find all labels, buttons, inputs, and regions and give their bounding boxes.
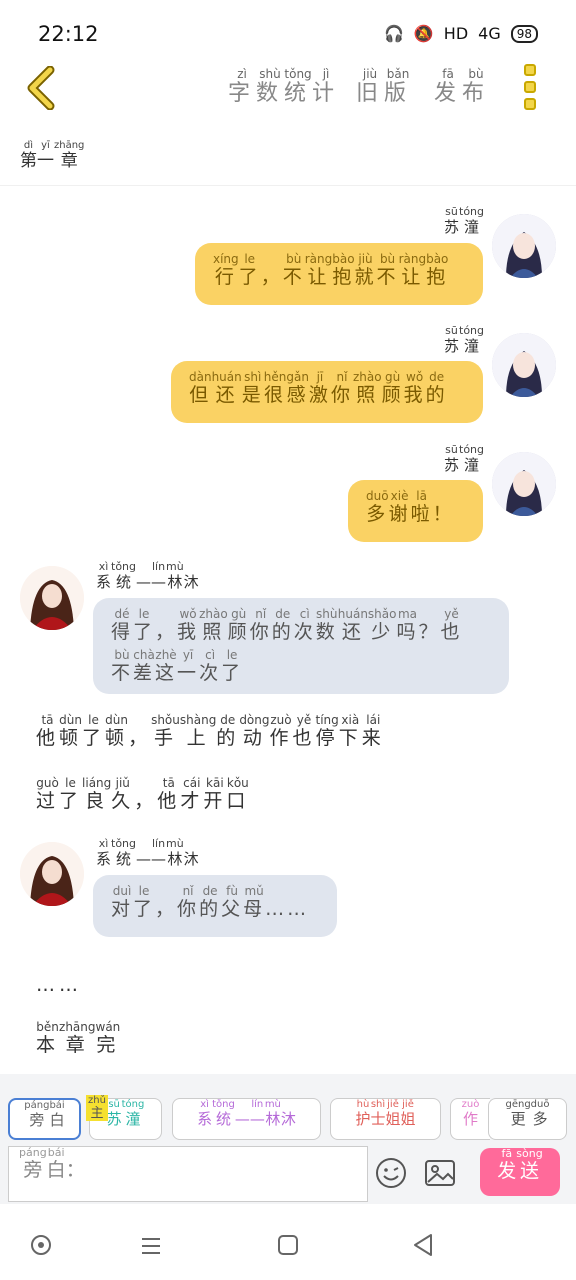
nav-word-count[interactable]: 字zì数shù统tǒng计jì [228,67,340,107]
smile-icon [376,1158,406,1188]
role-narrator[interactable]: 旁páng白bái [8,1098,81,1140]
input-bar: 旁páng白bái： 发fā送sòng [0,1144,576,1204]
divider [0,185,576,186]
status-time: 22:12 [38,22,99,46]
role-nurse[interactable]: 护hù士shì姐jiě姐jiě [330,1098,441,1140]
role-system-lin-mu[interactable]: 系xì统tǒng— —lín林mù沐 [172,1098,321,1140]
nav-publish[interactable]: 发fā布bù [434,67,490,107]
role-su-tong[interactable]: 苏sū潼tóng 主zhǔ [86,1095,162,1140]
send-button[interactable]: 发fā送sòng [480,1147,560,1196]
back-button[interactable] [22,65,62,111]
bubble-line: 对duì了le， 你nǐ的de父fù母mǔ… … [111,884,310,920]
avatar-boy-image [492,214,556,278]
role-author-partial[interactable]: 作zuò [450,1098,490,1140]
home-icon[interactable] [277,1234,299,1256]
role-selector-bar: 旁páng白bái 苏sū潼tóng 主zhǔ 系xì统tǒng— —lín林mù… [0,1074,576,1144]
avatar-girl-image [20,842,84,906]
image-button[interactable] [424,1158,456,1188]
chat-bubble[interactable]: 行xíng了le， 不bù让ràng抱bào就jiù不bù让ràng抱bào [195,243,483,305]
network-label: HD [443,24,469,43]
assistant-icon[interactable] [30,1234,52,1256]
emoji-button[interactable] [374,1156,408,1190]
main-role-badge: 主zhǔ [86,1095,108,1121]
bubble-line: 不bù差chà这zhè一yī次cì了le [111,648,244,684]
narration-text[interactable]: 他tā顿dùn了le顿dùn， 手shǒu上shàng的de动dòng作zuò也… [36,713,385,750]
speaker-name: 系xì统tǒng— —lín林mù沐 [96,837,199,868]
avatar-boy-image [492,333,556,397]
chapter-title: 第dì一yī章zhāng [20,140,85,171]
back-nav-icon[interactable] [412,1233,434,1257]
app-header: 字zì数shù统tǒng计jì 旧jiù版bǎn 发fā布bù [0,60,576,120]
chevron-left-icon [27,65,55,111]
bubble-line: 得dé了le， 我wǒ照zhào顾gù你nǐ的de次cì数shù还huán少sh… [111,607,463,643]
bubble-line: 行xíng了le， 不bù让ràng抱bào就jiù不bù让ràng抱bào [213,252,449,288]
nav-old-version[interactable]: 旧jiù版bǎn [356,67,412,107]
chat-bubble[interactable]: 得dé了le， 我wǒ照zhào顾gù你nǐ的de次cì数shù还huán少sh… [93,598,509,694]
bubble-line: 但dàn还huán是shì很hěn感gǎn激jī你nǐ照zhào顾gù我wǒ的d… [189,370,448,406]
avatar[interactable] [492,333,556,397]
narration-text[interactable]: 过guò了le良liáng久jiǔ， 他tā才cái开kāi口kǒu [36,776,249,813]
bubble-line: 多duō谢xiè啦lā！ [366,489,455,525]
message-input[interactable]: 旁páng白bái： [8,1146,368,1202]
avatar[interactable] [20,842,84,906]
battery-badge: 98 [510,24,538,43]
image-icon [425,1160,455,1186]
avatar-boy-image [492,452,556,516]
mute-icon: 🔕 [413,24,434,43]
signal-label: 4G [478,24,501,43]
system-nav-bar [0,1208,576,1280]
chat-bubble[interactable]: 对duì了le， 你nǐ的de父fù母mǔ… … [93,875,337,937]
narration-text[interactable]: … … [36,963,82,996]
headphones-icon: 🎧 [383,24,404,43]
chat-bubble[interactable]: 但dàn还huán是shì很hěn感gǎn激jī你nǐ照zhào顾gù我wǒ的d… [171,361,483,423]
avatar[interactable] [492,214,556,278]
speaker-name: 苏sū潼tóng [444,205,485,236]
more-roles-button[interactable]: 更gēng多duō [488,1098,567,1140]
speaker-name: 苏sū潼tóng [444,324,485,355]
menu-icon[interactable] [140,1236,162,1256]
avatar[interactable] [492,452,556,516]
status-bar: 22:12 🎧 🔕 HD 4G 98 [0,0,576,64]
status-icons: 🎧 🔕 HD 4G 98 [384,24,538,43]
kebab-icon[interactable] [524,64,538,110]
speaker-name: 系xì统tǒng— —lín林mù沐 [96,560,199,591]
chapter-end-text[interactable]: 本běn章zhāng完wán [36,1020,120,1057]
chat-bubble[interactable]: 多duō谢xiè啦lā！ [348,480,483,542]
avatar-girl-image [20,566,84,630]
speaker-name: 苏sū潼tóng [444,443,485,474]
avatar[interactable] [20,566,84,630]
